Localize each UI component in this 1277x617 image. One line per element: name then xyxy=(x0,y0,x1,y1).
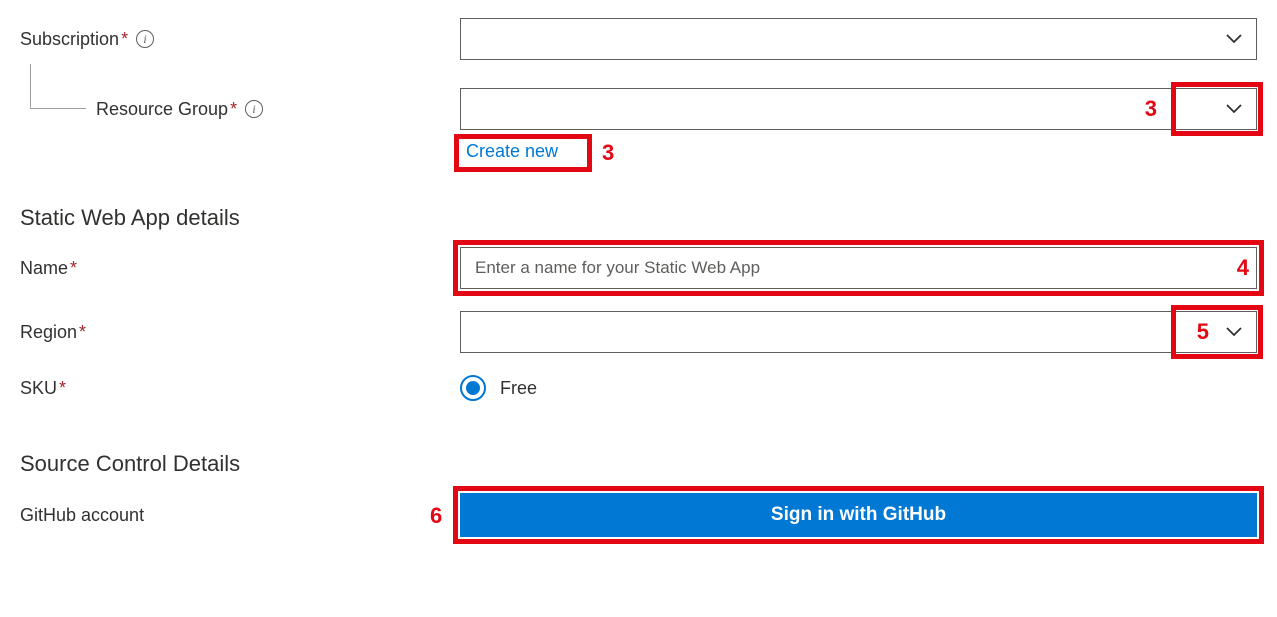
source-control-heading: Source Control Details xyxy=(20,451,1257,477)
name-row: Name * 4 xyxy=(20,247,1257,289)
chevron-down-icon xyxy=(1226,327,1242,337)
sku-free-label: Free xyxy=(500,378,537,399)
tree-connector xyxy=(30,64,86,109)
chevron-down-icon xyxy=(1226,34,1242,44)
resource-group-label: Resource Group xyxy=(96,99,228,120)
github-account-label: GitHub account xyxy=(20,505,144,526)
sku-label: SKU xyxy=(20,378,57,399)
required-asterisk: * xyxy=(59,378,66,399)
static-web-app-heading: Static Web App details xyxy=(20,205,1257,231)
name-input[interactable] xyxy=(460,247,1257,289)
sku-free-radio[interactable] xyxy=(460,375,486,401)
github-account-row: GitHub account Sign in with GitHub 6 xyxy=(20,493,1257,537)
required-asterisk: * xyxy=(70,258,77,279)
info-icon[interactable]: i xyxy=(245,100,263,118)
subscription-label: Subscription xyxy=(20,29,119,50)
create-new-row: Create new 3 xyxy=(460,138,1257,165)
subscription-row: Subscription * i xyxy=(20,18,1257,60)
required-asterisk: * xyxy=(121,29,128,50)
sku-row: SKU * Free xyxy=(20,375,1257,401)
name-label: Name xyxy=(20,258,68,279)
radio-dot xyxy=(466,381,480,395)
github-signin-button[interactable]: Sign in with GitHub xyxy=(460,493,1257,537)
create-new-link[interactable]: Create new xyxy=(460,138,564,165)
chevron-down-icon xyxy=(1226,104,1242,114)
callout-number-3b: 3 xyxy=(602,140,614,166)
resource-group-dropdown[interactable] xyxy=(460,88,1257,130)
region-dropdown[interactable] xyxy=(460,311,1257,353)
info-icon[interactable]: i xyxy=(136,30,154,48)
resource-group-row: Resource Group * i 3 xyxy=(20,88,1257,130)
region-label: Region xyxy=(20,322,77,343)
required-asterisk: * xyxy=(79,322,86,343)
subscription-dropdown[interactable] xyxy=(460,18,1257,60)
region-row: Region * 5 xyxy=(20,311,1257,353)
required-asterisk: * xyxy=(230,99,237,120)
